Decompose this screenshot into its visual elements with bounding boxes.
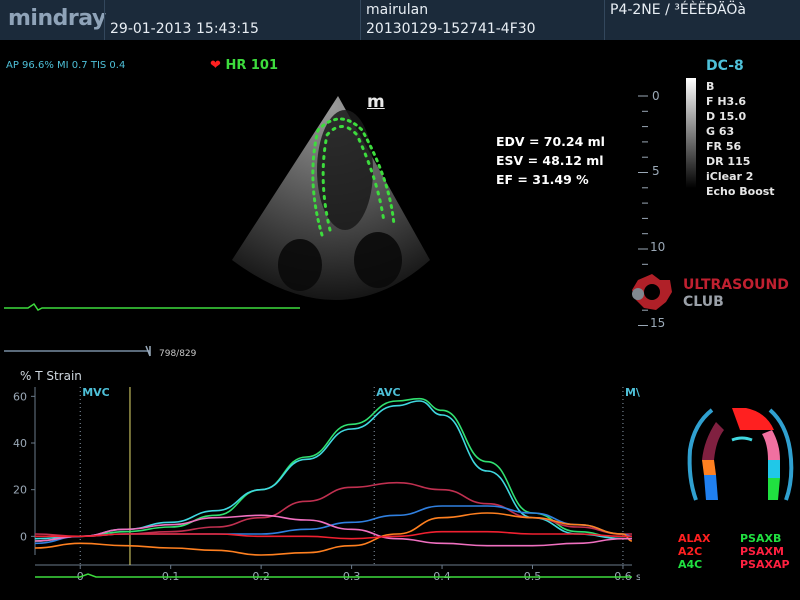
event-label: AVC [376, 386, 400, 399]
imaging-params: B F H3.6 D 15.0 G 63 FR 56 DR 115 iClear… [706, 79, 775, 199]
exam-date: 29-01-2013 [110, 21, 192, 37]
echo-image[interactable] [0, 90, 640, 360]
event-label: M\ [625, 386, 640, 399]
grayscale-bar [686, 78, 696, 188]
heart-icon: ❤ [210, 58, 221, 73]
heart-rate: ❤ HR 101 [210, 58, 278, 73]
param-freq: F H3.6 [706, 95, 747, 108]
watermark-line2: CLUB [683, 294, 724, 310]
legend-psaxb: PSAXB [740, 532, 782, 545]
depth-label-0: 0 [652, 89, 660, 103]
la-cavity [278, 239, 322, 291]
probe-preset: P4-2NE / ³ÉÈËÐÄÖà [610, 2, 746, 18]
header-divider [604, 0, 605, 40]
depth-label-10: 10 [650, 240, 666, 254]
watermark-line1: ULTRASOUND [683, 277, 789, 293]
ecg-trace-strain [35, 573, 632, 578]
esv-value: ESV = 48.12 ml [496, 153, 604, 168]
strain-chart[interactable]: % T Strain 60402000 0.1 0.2 0.3 0.4 0.5 0.6 sMV… [0, 365, 640, 600]
param-dr: DR 115 [706, 155, 751, 168]
param-mode: B [706, 80, 715, 93]
cine-frame: 798/829 [159, 349, 197, 359]
param-iclear: iClear 2 [706, 170, 754, 183]
header-divider [104, 0, 105, 40]
legend-psaxap: PSAXAP [740, 558, 790, 571]
edv-value: EDV = 70.24 ml [496, 134, 605, 149]
acoustic-output: AP 96.6% MI 0.7 TIS 0.4 [6, 60, 126, 71]
param-fr: FR 56 [706, 140, 742, 153]
depth-label-15: 15 [650, 316, 666, 330]
param-depth: D 15.0 [706, 110, 747, 123]
ef-value: EF = 31.49 % [496, 172, 589, 187]
strain-series-2[interactable] [34, 481, 632, 538]
heart-rate-value: HR 101 [225, 58, 278, 73]
y-tick-label: 40 [13, 437, 27, 450]
ra-cavity [354, 232, 402, 288]
watermark-logo-icon [632, 274, 672, 310]
param-gain: G 63 [706, 125, 735, 138]
header-bar: mindray 29-01-2013 15:43:15 mairulan 201… [0, 0, 800, 40]
device-model: DC-8 [706, 58, 744, 74]
measurements-panel: EDV = 70.24 ml ESV = 48.12 ml EF = 31.49… [496, 132, 605, 189]
chart-title: % T Strain [20, 369, 82, 383]
segment-diagram [687, 408, 794, 501]
param-boost: Echo Boost [706, 185, 775, 198]
y-tick-label: 20 [13, 484, 27, 497]
exam-id: 20130129-152741-4F30 [366, 21, 536, 37]
operator-name: mairulan [366, 2, 429, 18]
ecg-trace [4, 302, 300, 311]
depth-label-5: 5 [652, 164, 660, 178]
brand-logo: mindray [8, 6, 106, 31]
exam-time: 15:43:15 [196, 21, 259, 37]
legend-a4c: A4C [678, 558, 703, 571]
strain-series-5[interactable] [34, 514, 632, 547]
y-tick-label: 0 [20, 530, 27, 543]
legend-psaxm: PSAXM [740, 545, 784, 558]
legend-a2c: A2C [678, 545, 703, 558]
y-tick-label: 60 [13, 390, 27, 403]
event-label: MVC [82, 386, 110, 399]
header-divider [360, 0, 361, 40]
x-axis-unit: s [636, 572, 640, 583]
strain-series-6[interactable] [35, 530, 632, 540]
view-marker: m [367, 92, 385, 112]
legend-alax: ALAX [678, 532, 711, 545]
